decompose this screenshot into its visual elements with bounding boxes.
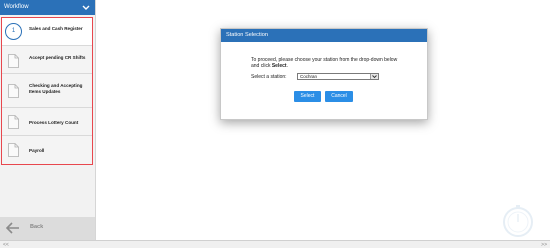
- scroll-left-icon[interactable]: <<: [3, 242, 9, 248]
- station-select-value: Cochran: [300, 74, 318, 79]
- document-icon: [8, 84, 19, 98]
- workflow-step-label: Accept pending CR Shifts: [29, 55, 86, 60]
- workflow-step-label: Checking and Accepting Items Updates: [29, 83, 83, 94]
- instruction-bold-text: Select: [271, 63, 287, 69]
- stopwatch-watermark-icon: [503, 205, 533, 237]
- workflow-title: Workflow: [4, 4, 29, 10]
- dialog-title: Station Selection: [226, 32, 268, 38]
- station-select-label: Select a station:: [251, 74, 287, 80]
- back-arrow-icon: [6, 222, 19, 234]
- dialog-instruction: To proceed, please choose your station f…: [251, 57, 401, 69]
- workflow-step-checking-accepting-items[interactable]: Checking and Accepting Items Updates: [2, 74, 92, 108]
- workflow-sidebar: Workflow 1 Sales and Cash Register Accep…: [0, 0, 96, 240]
- step-number-badge: 1: [5, 23, 22, 40]
- horizontal-scrollbar[interactable]: << >>: [0, 240, 550, 248]
- workflow-step-label: Sales and Cash Register: [29, 26, 83, 31]
- workflow-step-sales-cash-register[interactable]: 1 Sales and Cash Register: [2, 18, 92, 46]
- chevron-down-icon[interactable]: [370, 74, 378, 79]
- workflow-step-accept-pending-cr-shifts[interactable]: Accept pending CR Shifts: [2, 46, 92, 74]
- dialog-title-bar: Station Selection: [221, 29, 427, 42]
- scroll-right-icon[interactable]: >>: [541, 242, 547, 248]
- back-label: Back: [30, 224, 44, 230]
- cancel-button[interactable]: Cancel: [325, 91, 353, 102]
- workflow-header[interactable]: Workflow: [0, 0, 95, 15]
- document-icon: [8, 115, 19, 129]
- chevron-down-icon[interactable]: [82, 4, 90, 11]
- select-button[interactable]: Select: [294, 91, 321, 102]
- workflow-step-process-lottery-count[interactable]: Process Lottery Count: [2, 108, 92, 136]
- back-button[interactable]: Back: [0, 217, 95, 240]
- workflow-step-payroll[interactable]: Payroll: [2, 136, 92, 164]
- instruction-suffix: .: [286, 63, 288, 69]
- workflow-step-label: Process Lottery Count: [29, 120, 79, 125]
- document-icon: [8, 54, 19, 68]
- station-selection-dialog: Station Selection To proceed, please cho…: [220, 28, 428, 120]
- workflow-step-label: Payroll: [29, 148, 45, 153]
- station-select[interactable]: Cochran: [297, 73, 379, 80]
- workflow-step-list: 1 Sales and Cash Register Accept pending…: [1, 17, 93, 165]
- document-icon: [8, 143, 19, 157]
